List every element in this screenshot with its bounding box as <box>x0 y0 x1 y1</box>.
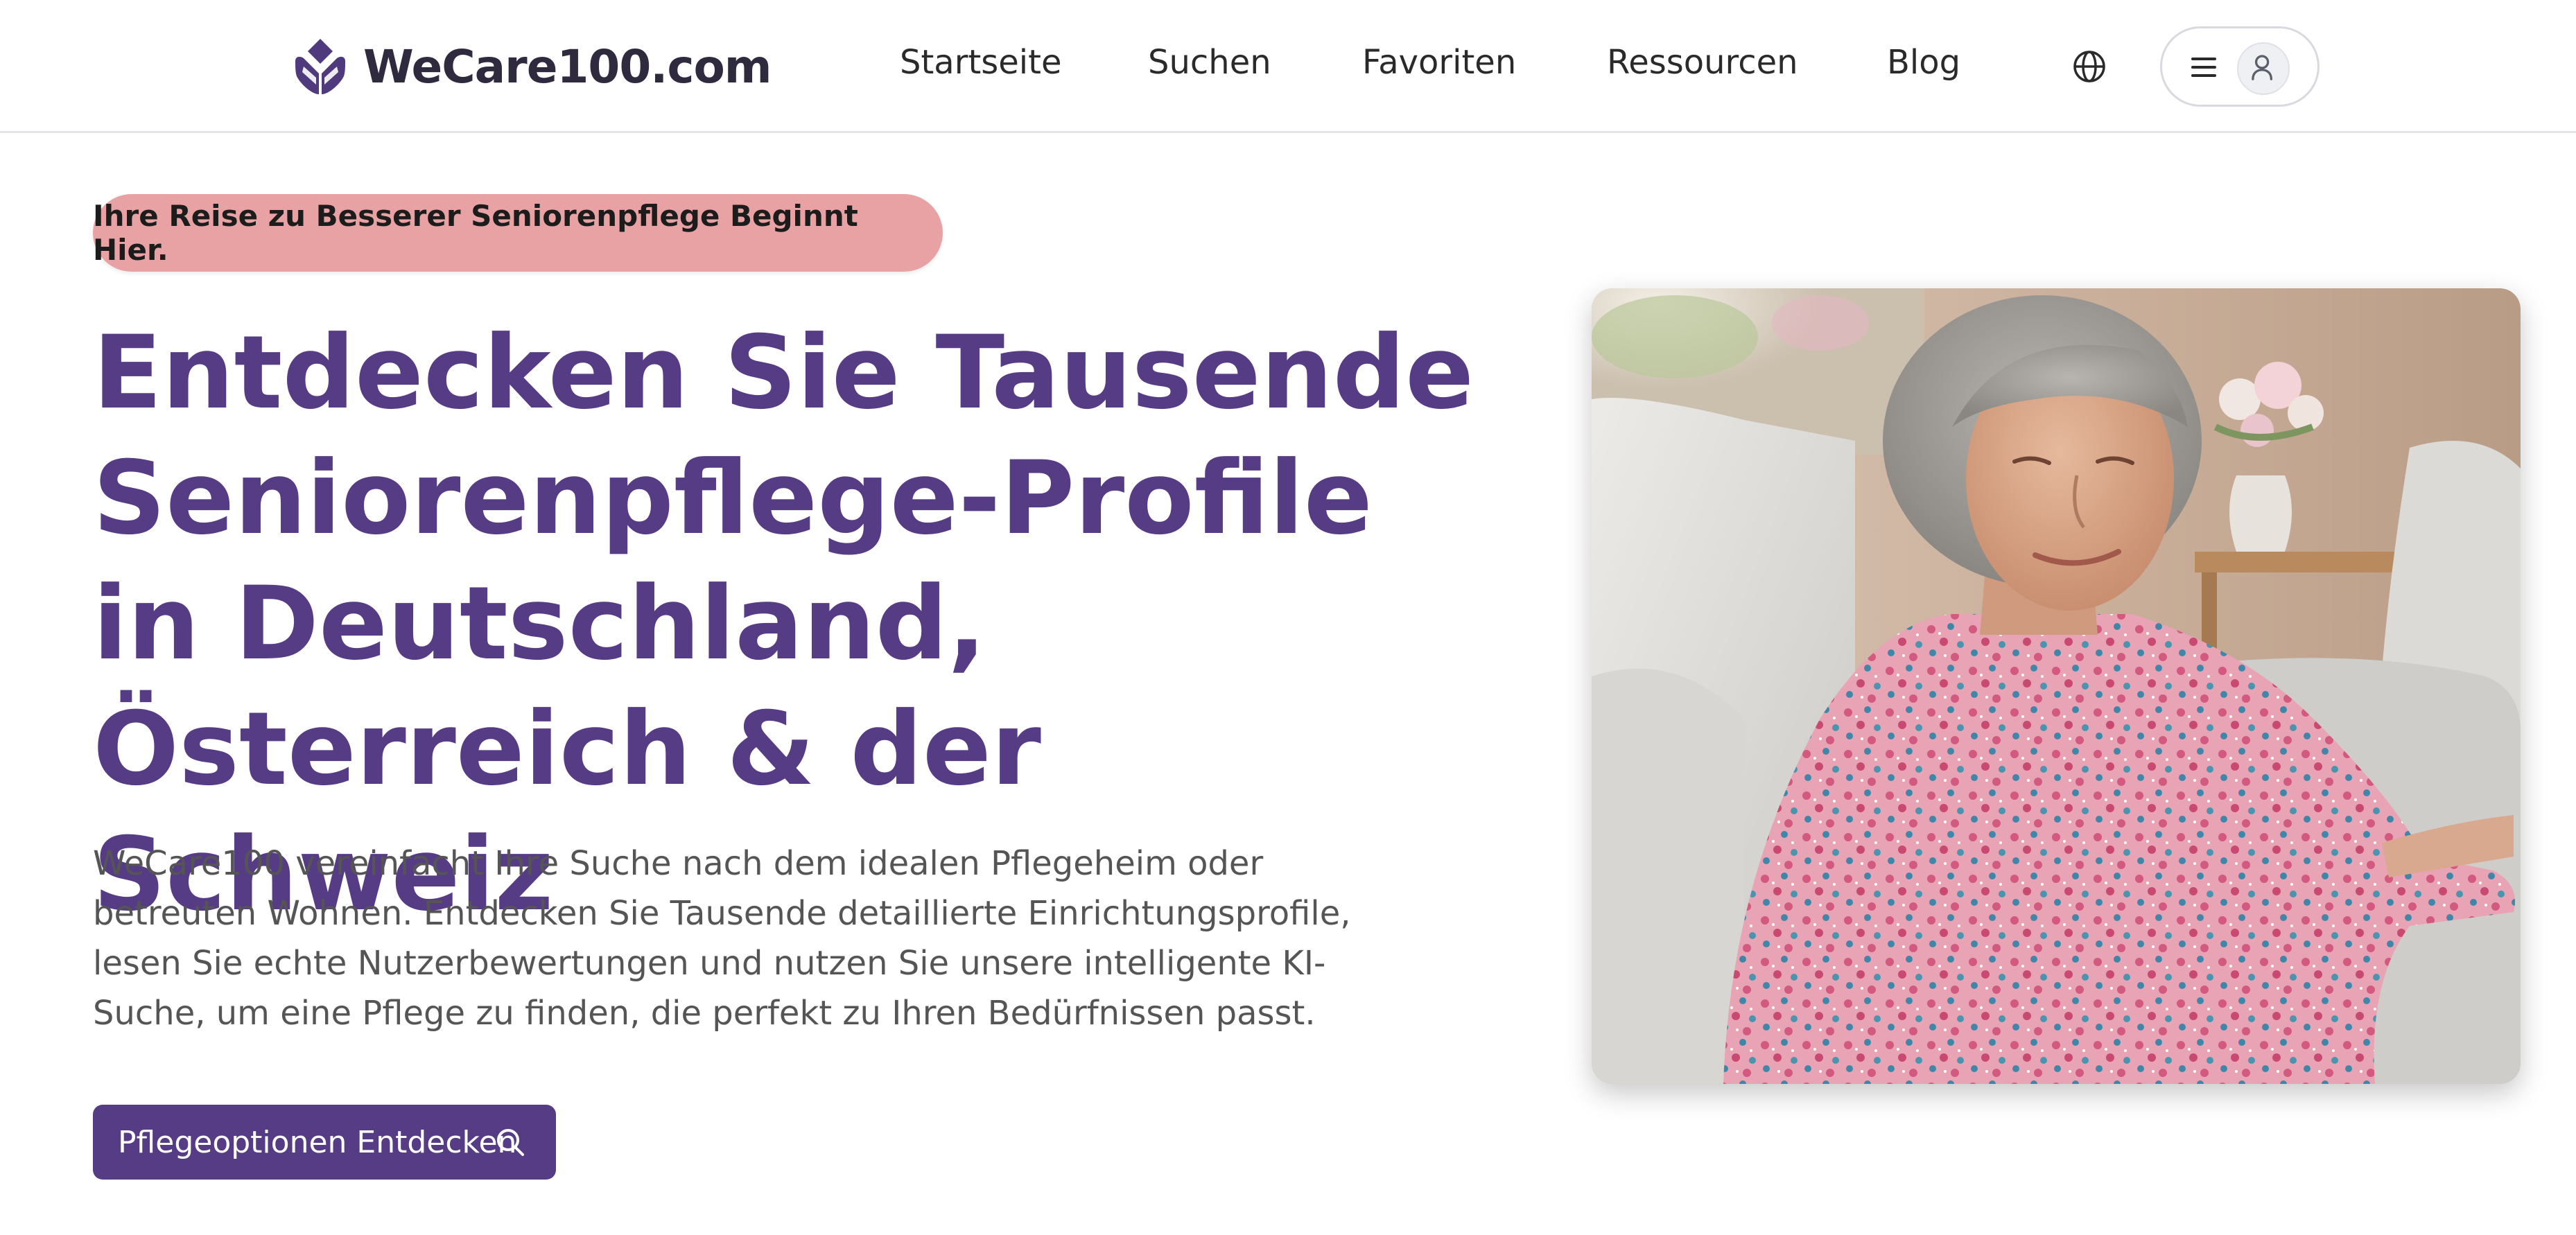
nav-blog[interactable]: Blog <box>1887 43 1960 82</box>
logo-mark-icon <box>295 39 345 94</box>
hero-description: WeCare100 vereinfacht Ihre Suche nach de… <box>93 844 1351 1033</box>
hero-photo-senior-woman <box>1592 288 2521 1084</box>
hamburger-icon <box>2191 55 2216 80</box>
globe-icon[interactable] <box>2071 49 2107 85</box>
nav-startseite[interactable]: Startseite <box>900 43 1061 82</box>
nav-ressourcen[interactable]: Ressourcen <box>1607 43 1798 82</box>
site-header: WeCare100.com Startseite Suchen Favorite… <box>0 0 2576 133</box>
hero-badge: Ihre Reise zu Besserer Seniorenpflege Be… <box>93 194 943 272</box>
explore-care-options-button[interactable]: Pflegeoptionen Entdecken <box>93 1105 556 1180</box>
hero-photo <box>1592 288 2521 1084</box>
search-icon <box>497 1129 524 1156</box>
nav-favoriten[interactable]: Favoriten <box>1362 43 1516 82</box>
user-icon <box>2237 42 2290 95</box>
logo-text: WeCare100.com <box>363 40 772 94</box>
logo[interactable]: WeCare100.com <box>291 35 772 98</box>
nav-suchen[interactable]: Suchen <box>1148 43 1271 82</box>
user-menu-button[interactable] <box>2160 26 2320 107</box>
cta-label: Pflegeoptionen Entdecken <box>118 1124 517 1160</box>
